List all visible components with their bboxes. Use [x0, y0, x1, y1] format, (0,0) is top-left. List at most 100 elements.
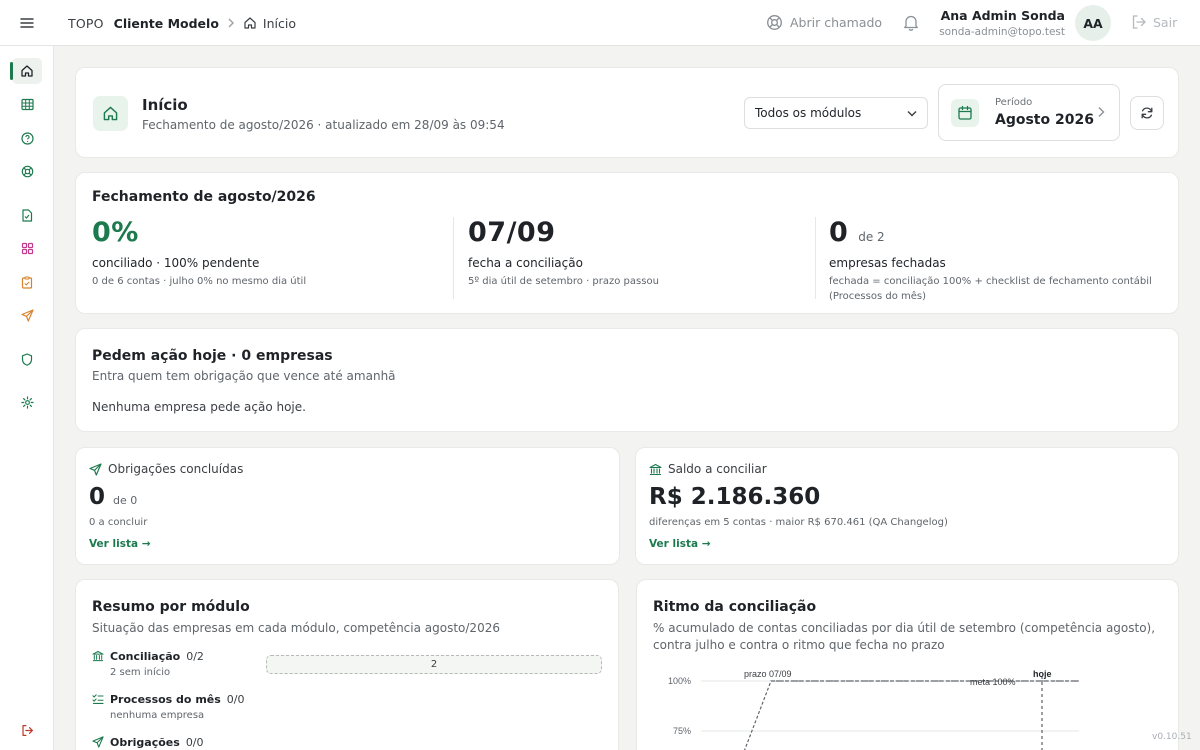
open-ticket-button[interactable]: Abrir chamado [766, 14, 882, 31]
action-title: Pedem ação hoje · 0 empresas [92, 348, 333, 364]
goal-label: meta 100% [970, 677, 1016, 687]
bell-icon [904, 15, 918, 31]
obligations-card: Obrigações concluídas 0 de 0 0 a conclui… [75, 447, 620, 565]
app-version: v0.10.51 [1152, 732, 1192, 742]
module-row-obligations[interactable]: Obrigações 0/0 [92, 736, 204, 749]
lifebuoy-icon [767, 15, 782, 30]
module-sub: 2 sem início [110, 667, 171, 678]
pace-series-line [743, 680, 1079, 750]
chevron-right-icon [1097, 106, 1105, 118]
kpi-sub: 0 de 6 contas · julho 0% no mesmo dia út… [92, 276, 307, 287]
sidebar-item-checklist[interactable] [12, 269, 42, 295]
sidebar-item-support[interactable] [12, 158, 42, 184]
user-name: Ana Admin Sonda [940, 8, 1065, 23]
home-icon [21, 65, 33, 77]
balance-sub: diferenças em 5 contas · maior R$ 670.46… [649, 517, 948, 528]
obligations-header: Obrigações concluídas [89, 462, 243, 476]
document-icon [22, 208, 33, 222]
settings-icon [20, 395, 34, 409]
rhythm-chart: 100% 75% prazo 07/09 meta 100% hoje [668, 669, 1079, 750]
obligations-view-list-link[interactable]: Ver lista → [89, 538, 151, 550]
sidebar-item-security[interactable] [12, 346, 42, 372]
kpi-companies-closed: 0 de 2 empresas fechadas fechada = conci… [829, 217, 1159, 304]
kpi-value: 0 de 2 [829, 217, 1159, 248]
page-title: Início [142, 96, 188, 114]
user-info[interactable]: Ana Admin Sonda sonda-admin@topo.test [939, 8, 1065, 38]
lifebuoy-icon [21, 165, 33, 177]
sidebar-item-help[interactable] [12, 125, 42, 151]
kpi-value: 07/09 [468, 217, 556, 248]
closing-summary-card: Fechamento de agosto/2026 0% conciliado … [75, 172, 1179, 314]
kpi-value: 0% [92, 217, 139, 248]
sidebar-item-documents[interactable] [12, 202, 42, 228]
module-summary-card: Resumo por módulo Situação das empresas … [75, 579, 619, 750]
obligations-title: Obrigações concluídas [108, 462, 244, 476]
bank-icon [92, 650, 104, 662]
checklist-icon [92, 694, 104, 704]
kpi-sub: fechada = conciliação 100% + checklist d… [829, 276, 1152, 302]
module-name: Obrigações [110, 736, 180, 749]
user-email: sonda-admin@topo.test [939, 26, 1065, 38]
sidebar-item-home[interactable] [10, 58, 42, 84]
kpi-label: conciliado · 100% pendente [92, 256, 260, 270]
logout-button[interactable]: Sair [1131, 14, 1177, 30]
module-count: 0/0 [226, 693, 245, 706]
brand-label[interactable]: TOPO [68, 16, 104, 31]
reconciliation-rhythm-card: Ritmo da conciliação % acumulado de cont… [636, 579, 1179, 750]
sidebar-item-reconciliation[interactable] [12, 91, 42, 117]
y-tick-75: 75% [673, 726, 691, 736]
sidebar-item-settings[interactable] [12, 389, 42, 415]
apps-icon [21, 242, 33, 254]
notifications-button[interactable] [903, 14, 919, 31]
shield-icon [21, 352, 33, 366]
home-icon [93, 96, 128, 131]
top-bar: TOPO Cliente Modelo Início Abrir chamado… [0, 0, 1200, 46]
kpi-value-of: de 2 [858, 230, 885, 244]
balance-view-list-link[interactable]: Ver lista → [649, 538, 711, 550]
kpi-divider [453, 217, 454, 299]
calendar-icon [951, 99, 979, 127]
module-count: 0/0 [185, 736, 204, 749]
breadcrumb-client[interactable]: Cliente Modelo [114, 16, 219, 31]
send-icon [92, 736, 104, 748]
kpi-reconciled: 0% conciliado · 100% pendente 0 de 6 con… [92, 217, 442, 289]
menu-icon[interactable] [16, 13, 38, 33]
module-row-processes[interactable]: Processos do mês 0/0 [92, 693, 245, 706]
sidebar-item-obligations[interactable] [12, 302, 42, 328]
sidebar-item-logout[interactable] [12, 717, 42, 743]
breadcrumb-home[interactable]: Início [243, 16, 296, 31]
obligations-value: 0 de 0 [89, 484, 137, 510]
action-subtitle: Entra quem tem obrigação que vence até a… [92, 369, 396, 383]
action-empty-state: Nenhuma empresa pede ação hoje. [92, 400, 306, 414]
send-icon [89, 462, 102, 476]
balance-header: Saldo a conciliar [649, 462, 767, 476]
module-count: 0/2 [186, 650, 204, 663]
kpi-sub: 5º dia útil de setembro · prazo passou [468, 276, 659, 287]
period-label: Período [995, 97, 1033, 108]
balance-title: Saldo a conciliar [668, 462, 767, 476]
module-progress-bar[interactable]: 2 [266, 655, 602, 674]
module-sub: nenhuma empresa [110, 710, 205, 721]
kpi-label: fecha a conciliação [468, 256, 583, 270]
closing-title: Fechamento de agosto/2026 [92, 189, 316, 205]
sidebar-item-apps[interactable] [12, 235, 42, 261]
period-selector[interactable]: Período Agosto 2026 [938, 84, 1120, 141]
y-tick-100: 100% [668, 676, 691, 686]
logout-label: Sair [1153, 14, 1178, 30]
obligations-number: 0 [89, 484, 106, 510]
chevron-right-icon [227, 18, 235, 28]
kpi-value-number: 0 [829, 217, 849, 248]
refresh-button[interactable] [1130, 96, 1164, 130]
table-icon [20, 98, 34, 110]
balance-card: Saldo a conciliar R$ 2.186.360 diferença… [635, 447, 1179, 565]
kpi-divider [815, 217, 816, 299]
module-select[interactable]: Todos os módulos [744, 97, 928, 129]
bank-icon [649, 463, 662, 475]
module-name: Processos do mês [110, 693, 221, 706]
obligations-sub: 0 a concluir [89, 517, 148, 528]
breadcrumb: TOPO Cliente Modelo Início [68, 0, 296, 46]
module-row-reconciliation[interactable]: Conciliação 0/2 [92, 650, 204, 663]
kpi-label: empresas fechadas [829, 256, 946, 270]
avatar[interactable]: AA [1075, 5, 1111, 41]
module-select-value: Todos os módulos [755, 106, 862, 120]
